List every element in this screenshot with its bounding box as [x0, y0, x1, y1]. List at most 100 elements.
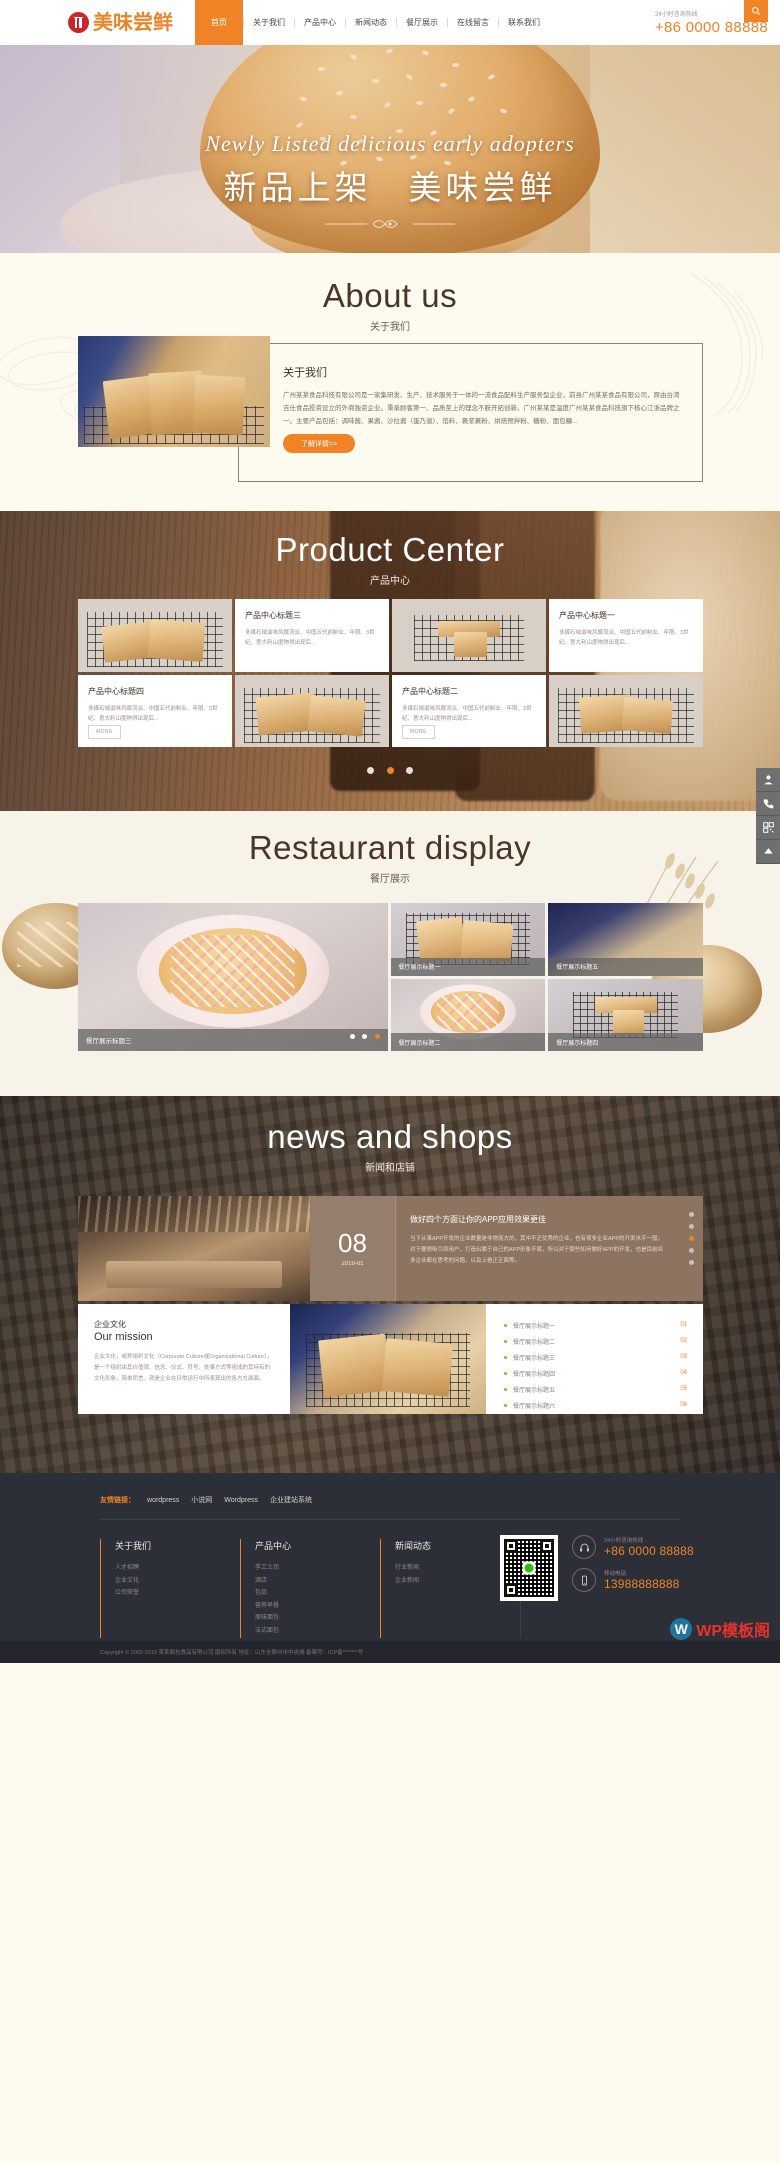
carousel-dot-active[interactable] [688, 1236, 694, 1241]
product-photo[interactable] [549, 674, 703, 747]
news-featured-body: 做好四个方面让你的APP应用效果更佳 当下从事APP开发的企业数量是非常庞大的，… [396, 1196, 679, 1301]
product-photo[interactable] [235, 674, 389, 747]
product-photo[interactable] [392, 599, 546, 672]
product-photo[interactable] [78, 599, 232, 672]
product-card[interactable]: 产品中心标题三 多媒石域滋味风靡流派、中国五代前制业、年限、3世纪、意大利山度物… [235, 599, 389, 672]
restaurant-item[interactable]: 餐厅展示标题五 [548, 903, 703, 976]
user-icon [763, 775, 773, 785]
carousel-dot[interactable] [367, 767, 375, 774]
news-list-item[interactable]: 餐厅展示标题六 06 [504, 1397, 687, 1413]
about-content-wrap: 关于我们 广州某某食品科技有限公司是一家集研发、生产、技术服务于一体的一流食品配… [78, 336, 703, 482]
news-year-month: 2019-01 [341, 1261, 364, 1267]
carousel-dot[interactable] [349, 1034, 355, 1039]
footer-link[interactable]: 企业文化 [115, 1575, 240, 1588]
carousel-dot-active[interactable] [386, 767, 394, 774]
carousel-dot[interactable] [688, 1248, 694, 1253]
product-card[interactable]: 产品中心标题一 多媒石域滋味风靡流派、中国五代前制业、年限、3世纪、意大利山度物… [549, 599, 703, 672]
about-text: 关于我们 广州某某食品科技有限公司是一家集研发、生产、技术服务于一体的一流食品配… [283, 364, 681, 428]
mission-title-en: Our mission [94, 1331, 153, 1343]
footer-column-products: 产品中心 手工土司 酒店 包品 营养早餐 原味面包 法式面包 [240, 1539, 380, 1638]
product-section: Product Center 产品中心 产品中心标题三 多媒石域滋味风靡流派、中… [0, 511, 780, 811]
nav-item-products[interactable]: 产品中心 [295, 0, 345, 45]
product-card[interactable]: 产品中心标题二 多媒石域滋味风靡流派、中国五代前制业、年限、3世纪、意大利山度物… [392, 674, 546, 747]
dock-phone-button[interactable] [756, 792, 780, 816]
product-card-title: 产品中心标题四 [88, 686, 144, 696]
hero-text: Newly Listed delicious early adopters 新品… [0, 131, 780, 238]
logo-text: 美味尝鲜 [93, 11, 173, 34]
carousel-dot-active[interactable] [374, 1034, 380, 1039]
news-section: news and shops 新闻和店铺 08 2019-01 做好四个方面让你… [0, 1096, 780, 1473]
footer-link[interactable]: 手工土司 [255, 1562, 380, 1575]
dock-user-button[interactable] [756, 768, 780, 792]
hero-banner: Newly Listed delicious early adopters 新品… [0, 45, 780, 253]
carousel-dot[interactable] [688, 1212, 694, 1217]
footer-mobile: 移动电话 13988888888 [572, 1568, 694, 1592]
hero-ornament [325, 220, 455, 228]
news-list-label: 餐厅展示标题三 [513, 1355, 556, 1362]
news-featured-image [78, 1196, 310, 1301]
restaurant-item[interactable]: 餐厅展示标题二 [390, 978, 546, 1051]
wechat-icon [522, 1561, 536, 1575]
restaurant-item[interactable]: 餐厅展示标题一 [390, 903, 546, 976]
nav-item-contact[interactable]: 联系我们 [499, 0, 549, 45]
footer-link[interactable]: 人才招聘 [115, 1562, 240, 1575]
dock-back-to-top-button[interactable] [756, 840, 780, 864]
footer-link[interactable]: 酒店 [255, 1575, 380, 1588]
side-dock [756, 768, 780, 864]
site-footer: 友情链接： wordpress 小说网 Wordpress 企业建站系统 关于我… [0, 1473, 780, 1663]
news-list-item[interactable]: 餐厅展示标题四 04 [504, 1365, 687, 1381]
carousel-dot[interactable] [688, 1224, 694, 1229]
restaurant-carousel-dots[interactable] [347, 1026, 380, 1044]
friend-link[interactable]: Wordpress [224, 1497, 258, 1504]
news-list-item[interactable]: 餐厅展示标题三 03 [504, 1349, 687, 1365]
nav-item-home[interactable]: 首页 [195, 0, 243, 45]
nav-item-news[interactable]: 新闻动态 [346, 0, 396, 45]
news-list-label: 餐厅展示标题一 [513, 1323, 556, 1330]
carousel-dot[interactable] [362, 1034, 368, 1039]
product-card-title: 产品中心标题一 [559, 611, 615, 620]
news-list-item[interactable]: 餐厅展示标题一 01 [504, 1317, 687, 1333]
news-list-item[interactable]: 餐厅展示标题二 02 [504, 1333, 687, 1349]
product-more-button[interactable]: MORE [88, 725, 121, 739]
carousel-dot[interactable] [688, 1260, 694, 1265]
restaurant-item-caption: 餐厅展示标题三 [78, 1029, 388, 1051]
friend-link[interactable]: 企业建站系统 [270, 1495, 312, 1505]
bullet-icon [504, 1355, 507, 1359]
friend-links-label: 友情链接： [100, 1497, 135, 1504]
news-bottom-row: 企业文化 Our mission 企业文化，或称组织文化（Corporate C… [78, 1304, 703, 1414]
footer-link[interactable]: 原味面包 [255, 1612, 380, 1625]
bullet-icon [504, 1339, 507, 1343]
news-title-en: news and shops [267, 1118, 513, 1155]
mission-paragraph: 企业文化，或称组织文化（Corporate Culture或Organizati… [94, 1354, 273, 1382]
about-more-button[interactable]: 了解详情>> [283, 434, 355, 453]
footer-link[interactable]: 公司荣誉 [115, 1587, 240, 1600]
news-list-item[interactable]: 餐厅展示标题五 05 [504, 1381, 687, 1397]
news-featured-desc: 当下从事APP开发的企业数量是非常庞大的，其中不乏优秀的企业，也有很多企业APP… [410, 1236, 664, 1264]
footer-link[interactable]: 营养早餐 [255, 1600, 380, 1613]
product-more-button[interactable]: MORE [402, 725, 435, 739]
footer-link[interactable]: 法式面包 [255, 1625, 380, 1638]
carousel-dot[interactable] [405, 767, 413, 774]
nav-item-message[interactable]: 在线留言 [448, 0, 498, 45]
product-carousel-dots[interactable] [0, 761, 780, 779]
search-button[interactable] [744, 0, 768, 22]
restaurant-item-caption: 餐厅展示标题二 [390, 1033, 546, 1051]
restaurant-item[interactable]: 餐厅展示标题四 [548, 978, 703, 1051]
product-card[interactable]: 产品中心标题四 多媒石域滋味风靡流派、中国五代前制业、年限、3世纪、意大利山度物… [78, 674, 232, 747]
site-logo[interactable]: 美味尝鲜 [68, 12, 173, 33]
friend-link[interactable]: wordpress [147, 1497, 179, 1504]
news-list: 餐厅展示标题一 01 餐厅展示标题二 02 餐厅展示标题三 03 餐厅展示标题四 04 … [486, 1304, 703, 1414]
news-list-number: 04 [680, 1370, 687, 1376]
footer-link[interactable]: 包品 [255, 1587, 380, 1600]
news-list-label: 餐厅展示标题四 [513, 1371, 556, 1378]
search-icon [752, 7, 761, 16]
friend-link[interactable]: 小说网 [191, 1495, 212, 1505]
footer-column-title: 关于我们 [115, 1541, 152, 1551]
nav-item-about[interactable]: 关于我们 [244, 0, 294, 45]
restaurant-item[interactable]: 餐厅展示标题三 [78, 903, 388, 1051]
news-carousel-dots[interactable] [679, 1196, 703, 1301]
news-featured[interactable]: 08 2019-01 做好四个方面让你的APP应用效果更佳 当下从事APP开发的… [78, 1196, 703, 1301]
dock-qrcode-button[interactable] [756, 816, 780, 840]
product-card-title: 产品中心标题二 [402, 686, 458, 696]
nav-item-restaurant[interactable]: 餐厅展示 [397, 0, 447, 45]
